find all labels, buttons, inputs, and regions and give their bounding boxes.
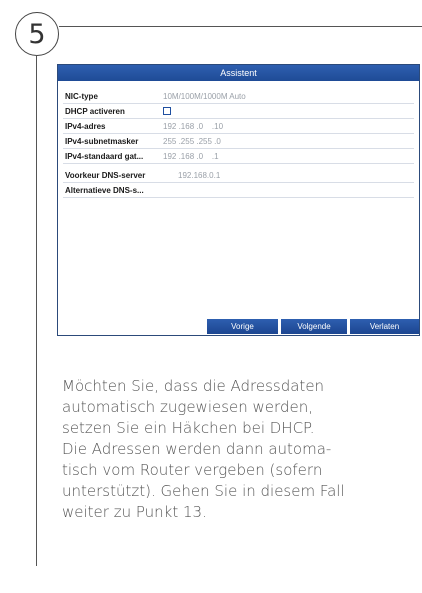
nic-type-value[interactable]: 10M/100M/1000M Auto (163, 92, 246, 101)
instruction-line: tisch vom Router vergeben (sofern (62, 461, 323, 479)
instruction-line: setzen Sie ein Häkchen bei DHCP. (62, 419, 315, 437)
nic-type-label: NIC-type (65, 91, 98, 101)
ipv4-address-row: IPv4-adres 192 .168 .0 .10 (63, 119, 414, 134)
ipv4-subnet-label: IPv4-subnetmasker (65, 136, 139, 146)
next-button[interactable]: Volgende (281, 319, 347, 334)
instruction-line: Möchten Sie, dass die Adressdaten (62, 377, 325, 395)
dhcp-checkbox[interactable] (163, 107, 171, 115)
instruction-line: automatisch zugewiesen werden, (62, 398, 313, 416)
previous-button[interactable]: Vorige (207, 319, 278, 334)
nic-type-row: NIC-type 10M/100M/1000M Auto (63, 89, 414, 104)
ipv4-address-label: IPv4-adres (65, 121, 106, 131)
alternate-dns-row: Alternatieve DNS-s... (63, 183, 414, 198)
ipv4-gateway-row: IPv4-standaard gat... 192 .168 .0 .1 (63, 149, 414, 164)
instruction-line: Die Adressen werden dann automa- (62, 440, 332, 458)
ipv4-subnet-input[interactable]: 255 .255 .255 .0 (163, 137, 221, 146)
preferred-dns-label: Voorkeur DNS-server (65, 170, 146, 180)
exit-button[interactable]: Verlaten (350, 319, 419, 334)
step-number: 5 (28, 18, 46, 50)
step-number-badge: 5 (15, 12, 59, 56)
ipv4-gateway-input[interactable]: 192 .168 .0 .1 (163, 152, 219, 161)
instruction-text: Möchten Sie, dass die Adressdaten automa… (62, 376, 412, 523)
dialog-title-bar: Assistent (58, 65, 419, 81)
left-rule (36, 56, 37, 566)
dhcp-label: DHCP activeren (65, 106, 125, 116)
preferred-dns-row: Voorkeur DNS-server 192.168.0.1 (63, 168, 414, 183)
dialog-title: Assistent (220, 68, 257, 78)
network-settings-form: NIC-type 10M/100M/1000M Auto DHCP active… (58, 89, 419, 198)
ipv4-address-input[interactable]: 192 .168 .0 .10 (163, 122, 223, 131)
preferred-dns-input[interactable]: 192.168.0.1 (178, 171, 220, 180)
alternate-dns-label: Alternatieve DNS-s... (65, 185, 144, 195)
top-rule (59, 26, 422, 27)
assistant-dialog: Assistent NIC-type 10M/100M/1000M Auto D… (57, 64, 420, 336)
dialog-button-bar: Vorige Volgende Verlaten (58, 319, 419, 335)
ipv4-subnet-row: IPv4-subnetmasker 255 .255 .255 .0 (63, 134, 414, 149)
dhcp-row: DHCP activeren (63, 104, 414, 119)
instruction-line: unterstützt). Gehen Sie in diesem Fall (62, 482, 345, 500)
instruction-line: weiter zu Punkt 13. (62, 503, 207, 521)
ipv4-gateway-label: IPv4-standaard gat... (65, 151, 144, 161)
